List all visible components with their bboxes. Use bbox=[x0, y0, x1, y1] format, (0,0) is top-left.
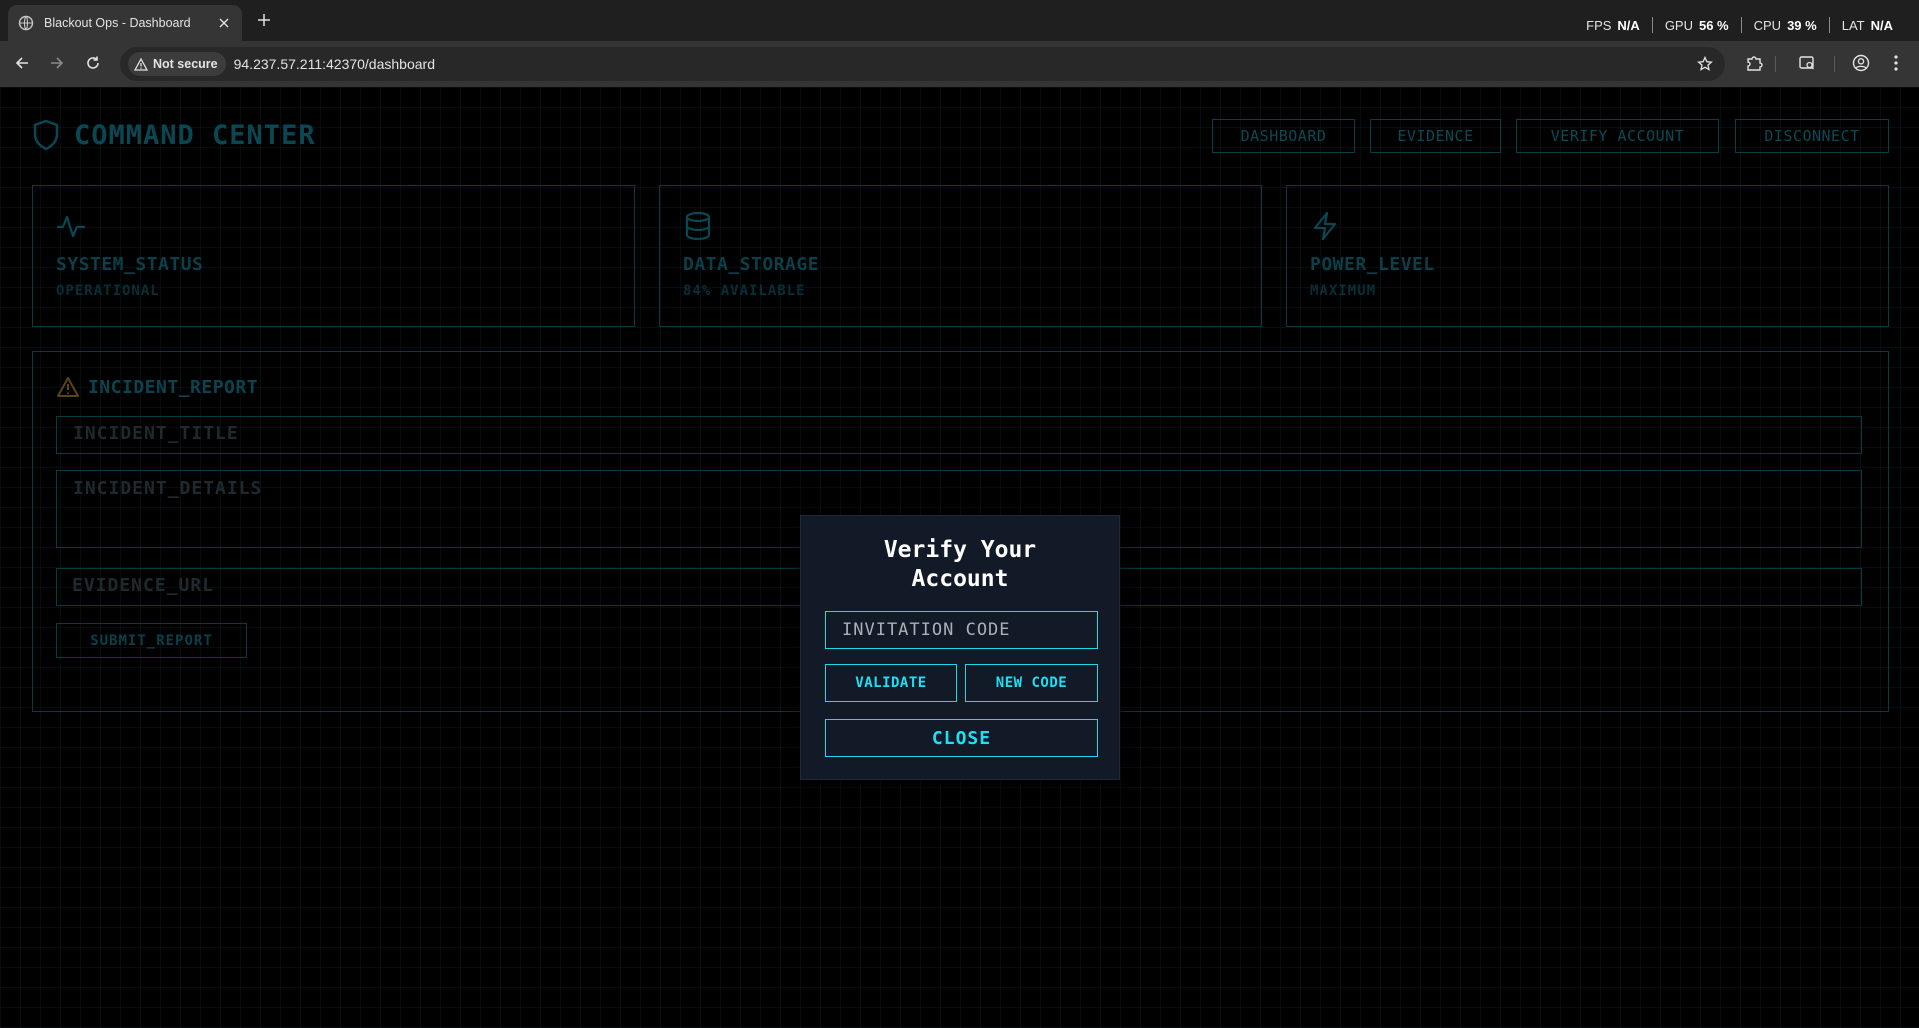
card-title: DATA_STORAGE bbox=[683, 254, 820, 275]
perf-fps: FPS N/A bbox=[1586, 17, 1640, 33]
card-title: SYSTEM_STATUS bbox=[56, 254, 204, 275]
brand: COMMAND CENTER bbox=[32, 119, 316, 151]
back-arrow-icon[interactable] bbox=[9, 50, 35, 76]
perf-lat: LAT N/A bbox=[1841, 17, 1893, 33]
browser-tab[interactable]: Blackout Ops - Dashboard bbox=[8, 5, 242, 41]
card-system-status: SYSTEM_STATUS OPERATIONAL bbox=[32, 185, 635, 327]
url-text: 94.237.57.211:42370/dashboard bbox=[233, 56, 435, 72]
perf-cpu: CPU 39 % bbox=[1753, 17, 1817, 33]
new-code-button[interactable]: NEW CODE bbox=[965, 664, 1098, 702]
database-icon bbox=[683, 211, 713, 241]
browser-toolbar: Not secure 94.237.57.211:42370/dashboard bbox=[0, 41, 1919, 87]
menu-kebab-icon[interactable] bbox=[1883, 50, 1909, 76]
nav-dashboard[interactable]: DASHBOARD bbox=[1212, 119, 1355, 153]
invitation-code-input[interactable] bbox=[825, 611, 1098, 649]
card-title: POWER_LEVEL bbox=[1310, 254, 1435, 275]
new-tab-icon[interactable] bbox=[254, 10, 274, 30]
nav-disconnect[interactable]: DISCONNECT bbox=[1735, 119, 1889, 153]
validate-button[interactable]: VALIDATE bbox=[825, 664, 957, 702]
address-bar[interactable]: Not secure 94.237.57.211:42370/dashboard bbox=[120, 47, 1725, 81]
nav-verify-account[interactable]: VERIFY ACCOUNT bbox=[1516, 119, 1719, 153]
card-subtitle: MAXIMUM bbox=[1310, 283, 1377, 299]
globe-icon bbox=[18, 15, 34, 31]
shield-icon bbox=[32, 119, 60, 151]
forward-arrow-icon[interactable] bbox=[44, 50, 70, 76]
reload-icon[interactable] bbox=[80, 50, 106, 76]
nav-evidence[interactable]: EVIDENCE bbox=[1370, 119, 1501, 153]
tab-title: Blackout Ops - Dashboard bbox=[44, 16, 191, 30]
alert-triangle-icon bbox=[56, 376, 80, 398]
dashboard-page: COMMAND CENTER DASHBOARD EVIDENCE VERIFY… bbox=[0, 87, 1919, 1028]
bookmark-star-icon[interactable] bbox=[1695, 54, 1715, 74]
card-power-level: POWER_LEVEL MAXIMUM bbox=[1286, 185, 1889, 327]
zap-icon bbox=[1310, 211, 1340, 241]
incident-report-title: INCIDENT_REPORT bbox=[88, 376, 259, 398]
incident-report-header: INCIDENT_REPORT bbox=[56, 376, 258, 398]
modal-title: Verify Your Account bbox=[883, 537, 1037, 592]
verify-account-modal: Verify Your Account VALIDATE NEW CODE CL… bbox=[800, 515, 1120, 780]
profile-avatar-icon[interactable] bbox=[1848, 50, 1874, 76]
brand-title: COMMAND CENTER bbox=[74, 119, 316, 151]
browser-tabbar: Blackout Ops - Dashboard FPS N/A GPU 56 % … bbox=[0, 0, 1919, 41]
perf-gpu: GPU 56 % bbox=[1664, 17, 1729, 33]
performance-overlay: FPS N/A GPU 56 % CPU 39 % LAT N/A bbox=[1574, 17, 1905, 33]
card-subtitle: 84% AVAILABLE bbox=[683, 283, 806, 299]
tab-search-icon[interactable] bbox=[1794, 50, 1820, 76]
submit-report-button[interactable]: SUBMIT_REPORT bbox=[56, 623, 247, 658]
warning-triangle-icon bbox=[134, 57, 148, 71]
card-subtitle: OPERATIONAL bbox=[56, 283, 160, 299]
incident-title-input[interactable]: INCIDENT_TITLE bbox=[56, 416, 1862, 454]
close-tab-icon[interactable] bbox=[216, 15, 232, 31]
activity-icon bbox=[56, 211, 86, 241]
close-button[interactable]: CLOSE bbox=[825, 719, 1098, 757]
not-secure-chip[interactable]: Not secure bbox=[128, 52, 226, 76]
security-label: Not secure bbox=[153, 57, 218, 71]
card-data-storage: DATA_STORAGE 84% AVAILABLE bbox=[659, 185, 1262, 327]
extensions-puzzle-icon[interactable] bbox=[1741, 50, 1767, 76]
